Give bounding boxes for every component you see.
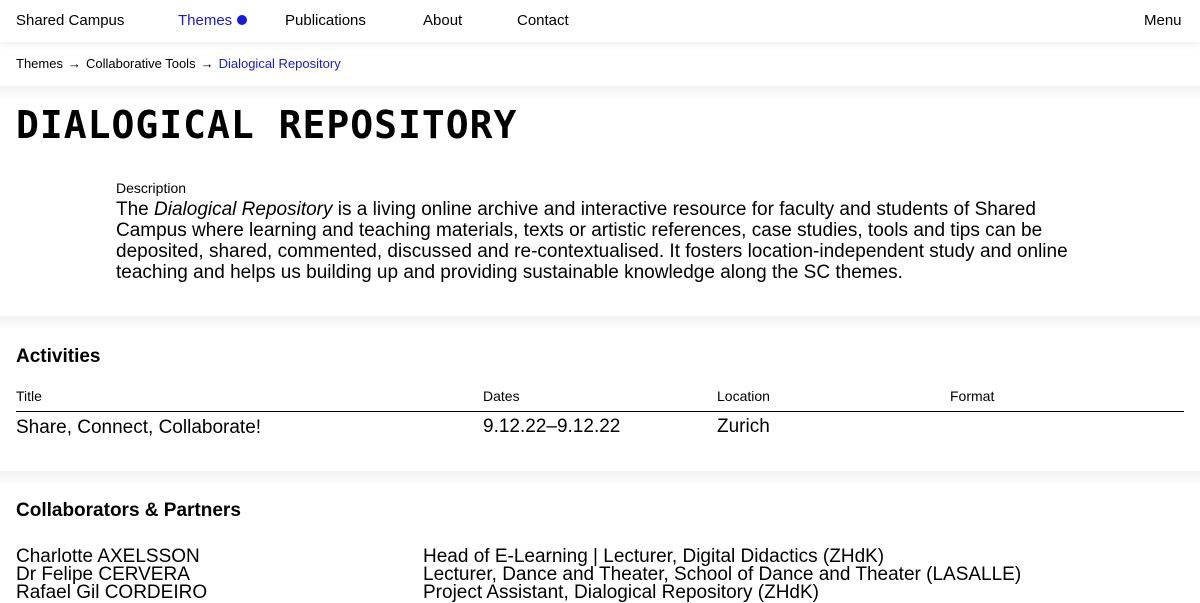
breadcrumb: Themes → Collaborative Tools → Dialogical Re… <box>16 56 341 72</box>
collaborator-name[interactable]: Rafael Gil CORDEIRO <box>16 583 207 602</box>
nav-item-themes-label: Themes <box>178 12 233 29</box>
section-divider <box>0 86 1200 98</box>
collaborator-role: Project Assistant, Dialogical Repository… <box>423 582 819 603</box>
breadcrumb-bar: Themes → Collaborative Tools → Dialogical Re… <box>0 42 1200 86</box>
column-header-dates: Dates <box>483 388 520 404</box>
active-dot-icon <box>237 15 248 25</box>
description-text: The Dialogical Repository is a living on… <box>116 199 1096 283</box>
menu-button[interactable]: Menu <box>1144 12 1182 30</box>
breadcrumb-collaborative-tools[interactable]: Collaborative Tools <box>86 56 196 71</box>
activity-dates: 9.12.22–9.12.22 <box>483 416 621 437</box>
column-header-format: Format <box>950 388 995 404</box>
nav-item-about[interactable]: About <box>423 12 462 30</box>
nav-item-publications[interactable]: Publications <box>285 12 366 30</box>
breadcrumb-current[interactable]: Dialogical Repository <box>219 56 341 71</box>
nav-item-contact[interactable]: Contact <box>517 12 569 30</box>
activities-title: Activities <box>16 346 101 367</box>
description-prefix: The <box>116 199 155 220</box>
column-header-location: Location <box>717 388 770 404</box>
page-title: DIALOGICAL REPOSITORY <box>16 103 518 147</box>
brand-link[interactable]: Shared Campus <box>16 12 124 30</box>
description-label: Description <box>116 180 187 196</box>
nav-item-themes[interactable]: Themes <box>178 12 248 30</box>
breadcrumb-themes[interactable]: Themes <box>16 56 63 71</box>
column-header-title: Title <box>16 388 42 404</box>
top-navigation: Shared Campus Themes Publications About … <box>0 0 1200 42</box>
table-header-rule <box>16 411 1184 412</box>
breadcrumb-arrow-icon: → <box>67 56 81 71</box>
collaborators-title: Collaborators & Partners <box>16 500 241 521</box>
description-emphasis: Dialogical Repository <box>154 199 333 220</box>
section-divider <box>0 316 1200 328</box>
section-divider <box>0 471 1200 483</box>
activity-title[interactable]: Share, Connect, Collaborate! <box>16 417 261 439</box>
activity-location: Zurich <box>717 416 770 437</box>
breadcrumb-arrow-icon: → <box>200 56 214 71</box>
